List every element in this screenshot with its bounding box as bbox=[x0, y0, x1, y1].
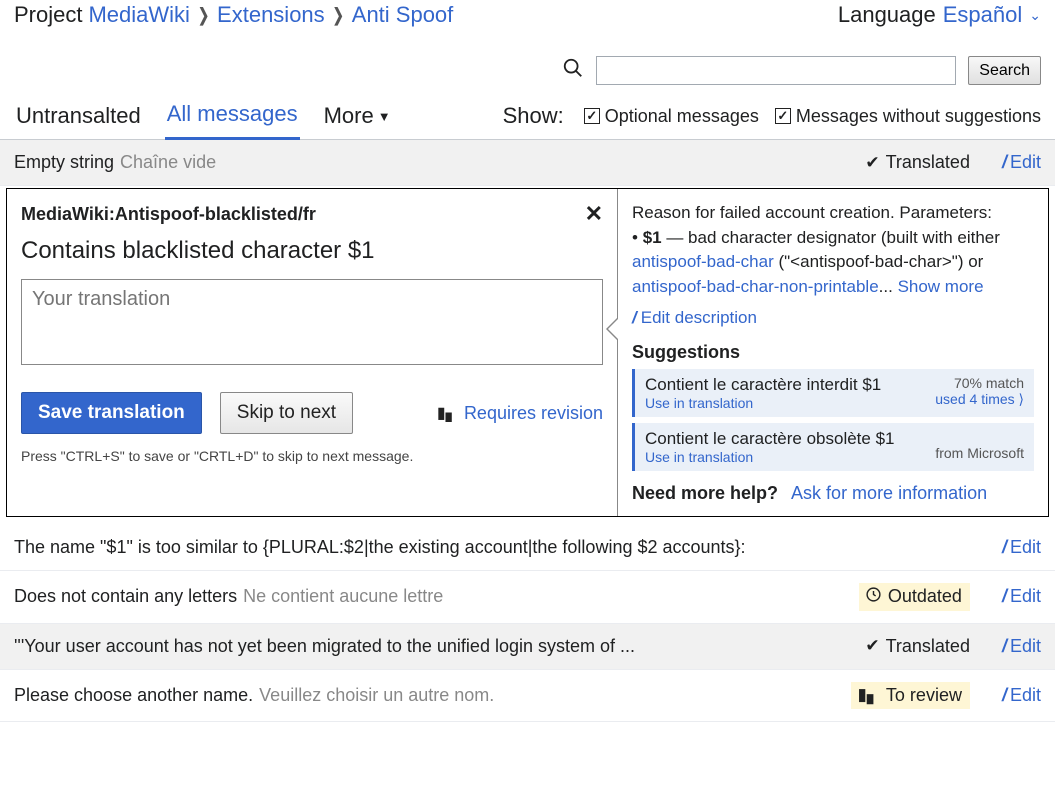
message-row[interactable]: '''Your user account has not yet been mi… bbox=[0, 624, 1055, 670]
link-antispoof-non-printable[interactable]: antispoof-bad-char-non-printable bbox=[632, 277, 879, 296]
checkbox-label: Optional messages bbox=[605, 106, 759, 127]
edit-link[interactable]: / Edit bbox=[1002, 636, 1041, 657]
message-row[interactable]: Please choose another name. Veuillez cho… bbox=[0, 670, 1055, 722]
edit-link[interactable]: / Edit bbox=[1002, 537, 1041, 558]
pencil-icon: / bbox=[632, 308, 637, 328]
message-translation: Chaîne vide bbox=[120, 152, 216, 173]
checkbox-icon: ✓ bbox=[775, 108, 791, 124]
checkbox-icon: ✓ bbox=[584, 108, 600, 124]
search-button[interactable]: Search bbox=[968, 56, 1041, 85]
message-source: The name "$1" is too similar to {PLURAL:… bbox=[14, 537, 746, 558]
status-to-review: ▮▖ To review bbox=[851, 682, 969, 709]
breadcrumb-extensions-link[interactable]: Extensions bbox=[217, 2, 325, 28]
use-in-translation-link[interactable]: Use in translation bbox=[645, 395, 881, 411]
flag-icon: ▮▖ bbox=[437, 403, 458, 423]
edit-label: Edit bbox=[1010, 586, 1041, 607]
suggestions-heading: Suggestions bbox=[632, 342, 1034, 363]
flag-icon: ▮▖ bbox=[857, 685, 879, 705]
search-input[interactable] bbox=[596, 56, 956, 85]
save-translation-button[interactable]: Save translation bbox=[21, 392, 202, 434]
skip-button[interactable]: Skip to next bbox=[220, 392, 353, 434]
message-translation: Veuillez choisir un autre nom. bbox=[259, 685, 494, 706]
status-label: Outdated bbox=[888, 586, 962, 607]
ask-info-link[interactable]: Ask for more information bbox=[791, 483, 987, 503]
suggestion-text: Contient le caractère interdit $1 bbox=[645, 375, 881, 395]
message-source: Does not contain any letters bbox=[14, 586, 237, 607]
keyboard-hint: Press "CTRL+S" to save or "CRTL+D" to sk… bbox=[21, 448, 603, 464]
status-translated: ✔ Translated bbox=[865, 152, 970, 173]
edit-link[interactable]: / Edit bbox=[1002, 685, 1041, 706]
clock-icon bbox=[865, 586, 882, 608]
status-translated: ✔ Translated bbox=[865, 636, 970, 657]
link-antispoof-bad-char[interactable]: antispoof-bad-char bbox=[632, 252, 774, 271]
pencil-icon: / bbox=[1002, 636, 1007, 657]
check-icon: ✔ bbox=[865, 636, 879, 656]
language-selector[interactable]: Language Español ⌄ bbox=[838, 2, 1041, 28]
source-text: Contains blacklisted character $1 bbox=[21, 237, 603, 265]
check-icon: ✔ bbox=[865, 153, 879, 173]
caret-down-icon: ▼ bbox=[378, 109, 391, 124]
message-description: Reason for failed account creation. Para… bbox=[632, 201, 1034, 300]
close-icon[interactable]: ✕ bbox=[585, 201, 603, 227]
chevron-down-icon: ⌄ bbox=[1029, 7, 1041, 24]
message-row[interactable]: Does not contain any letters Ne contient… bbox=[0, 571, 1055, 624]
breadcrumb-project-label: Project bbox=[14, 2, 82, 28]
edit-label: Edit bbox=[1010, 152, 1041, 173]
status-label: To review bbox=[886, 685, 962, 706]
suggestion-meta: 70% match used 4 times ⟩ bbox=[935, 375, 1024, 411]
editor-title: MediaWiki:Antispoof-blacklisted/fr bbox=[21, 204, 316, 225]
need-help-label: Need more help? bbox=[632, 483, 778, 503]
message-source: Empty string bbox=[14, 152, 114, 173]
edit-link[interactable]: / Edit bbox=[1002, 586, 1041, 607]
suggestion-meta: from Microsoft bbox=[935, 429, 1024, 465]
checkbox-without-suggestions[interactable]: ✓ Messages without suggestions bbox=[775, 106, 1041, 127]
pencil-icon: / bbox=[1002, 152, 1007, 173]
edit-label: Edit bbox=[1010, 537, 1041, 558]
suggestion-text: Contient le caractère obsolète $1 bbox=[645, 429, 895, 449]
use-in-translation-link[interactable]: Use in translation bbox=[645, 449, 895, 465]
pencil-icon: / bbox=[1002, 586, 1007, 607]
edit-link[interactable]: / Edit bbox=[1002, 152, 1041, 173]
suggestion-item: Contient le caractère interdit $1 Use in… bbox=[632, 369, 1034, 417]
breadcrumb: Project MediaWiki ❭ Extensions ❭ Anti Sp… bbox=[14, 2, 453, 28]
edit-label: Edit bbox=[1010, 636, 1041, 657]
requires-revision-label: Requires revision bbox=[464, 403, 603, 424]
status-label: Translated bbox=[886, 636, 970, 657]
breadcrumb-leaf-link[interactable]: Anti Spoof bbox=[352, 2, 454, 28]
show-label: Show: bbox=[503, 103, 564, 129]
requires-revision-link[interactable]: ▮▖ Requires revision bbox=[437, 403, 603, 424]
language-value: Español bbox=[943, 2, 1023, 28]
suggestion-item: Contient le caractère obsolète $1 Use in… bbox=[632, 423, 1034, 471]
pointer-icon bbox=[606, 317, 618, 341]
breadcrumb-project-link[interactable]: MediaWiki bbox=[88, 2, 189, 28]
show-more-link[interactable]: Show more bbox=[898, 277, 984, 296]
tab-more-label: More bbox=[324, 103, 374, 129]
translation-input[interactable] bbox=[21, 279, 603, 365]
message-source: Please choose another name. bbox=[14, 685, 253, 706]
message-source: '''Your user account has not yet been mi… bbox=[14, 636, 635, 657]
message-row[interactable]: The name "$1" is too similar to {PLURAL:… bbox=[0, 525, 1055, 571]
edit-label: Edit bbox=[1010, 685, 1041, 706]
status-label: Translated bbox=[886, 152, 970, 173]
pencil-icon: / bbox=[1002, 537, 1007, 558]
chevron-right-icon: ❭ bbox=[331, 5, 346, 26]
checkbox-label: Messages without suggestions bbox=[796, 106, 1041, 127]
chevron-right-icon: ❭ bbox=[196, 5, 211, 26]
pencil-icon: / bbox=[1002, 685, 1007, 706]
status-outdated: Outdated bbox=[859, 583, 970, 611]
translation-editor: MediaWiki:Antispoof-blacklisted/fr ✕ Con… bbox=[6, 188, 1049, 517]
message-translation: Ne contient aucune lettre bbox=[243, 586, 443, 607]
message-row[interactable]: Empty string Chaîne vide ✔ Translated / … bbox=[0, 140, 1055, 186]
tab-all-messages[interactable]: All messages bbox=[165, 95, 300, 140]
tab-untranslated[interactable]: Untransalted bbox=[14, 97, 143, 139]
language-label: Language bbox=[838, 2, 936, 28]
checkbox-optional-messages[interactable]: ✓ Optional messages bbox=[584, 106, 759, 127]
search-icon[interactable] bbox=[562, 57, 584, 85]
edit-description-link[interactable]: / Edit description bbox=[632, 308, 1034, 328]
tab-more[interactable]: More ▼ bbox=[322, 97, 393, 139]
